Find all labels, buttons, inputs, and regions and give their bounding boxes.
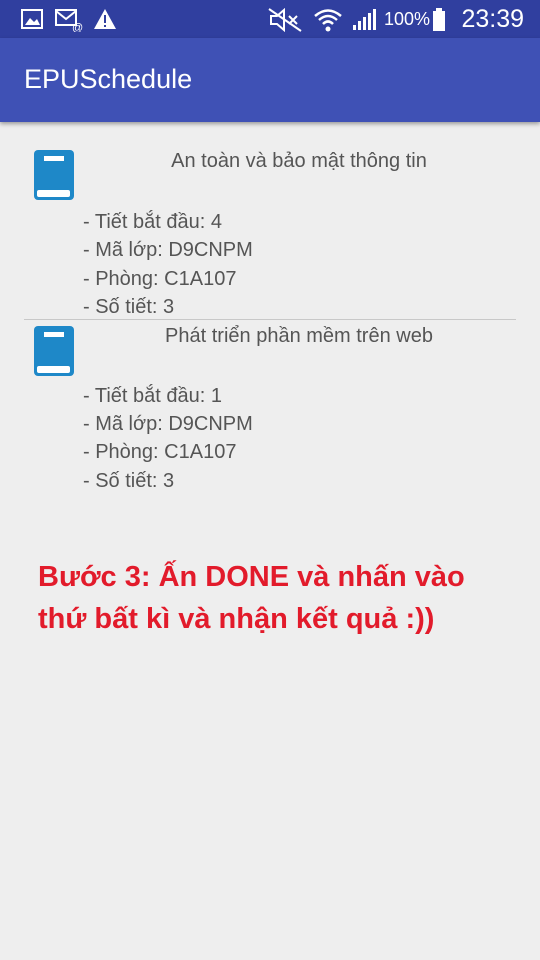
signal-icon [353, 9, 376, 30]
status-bar: @ 100% 23:39 [0, 0, 540, 38]
mute-icon [268, 8, 302, 32]
clock: 23:39 [461, 5, 524, 33]
divider [24, 319, 516, 320]
image-icon [21, 9, 43, 29]
battery-icon [433, 8, 445, 31]
book-icon [34, 326, 74, 376]
instruction-note: Bước 3: Ấn DONE và nhấn vào thứ bất kì v… [38, 561, 465, 635]
course-title: Phát triển phần mềm trên web [165, 325, 433, 347]
mail-icon: @ [55, 9, 83, 32]
course-title: An toàn và bảo mật thông tin [171, 150, 427, 172]
book-icon [34, 150, 74, 200]
period-count: - Số tiết: 3 [83, 470, 175, 492]
class-code: - Mã lớp: D9CNPM [83, 413, 253, 435]
app-bar: EPUSchedule [0, 38, 540, 122]
svg-text:@: @ [72, 22, 83, 32]
start-period: - Tiết bắt đầu: 1 [83, 385, 222, 407]
wifi-icon [314, 9, 342, 32]
battery-percent: 100% [384, 9, 431, 29]
app-title: EPUSchedule [24, 64, 193, 94]
room: - Phòng: C1A107 [83, 441, 237, 463]
class-code: - Mã lớp: D9CNPM [83, 239, 253, 261]
room: - Phòng: C1A107 [83, 268, 237, 290]
start-period: - Tiết bắt đầu: 4 [83, 211, 222, 233]
period-count: - Số tiết: 3 [83, 296, 175, 318]
warning-icon [94, 9, 116, 29]
